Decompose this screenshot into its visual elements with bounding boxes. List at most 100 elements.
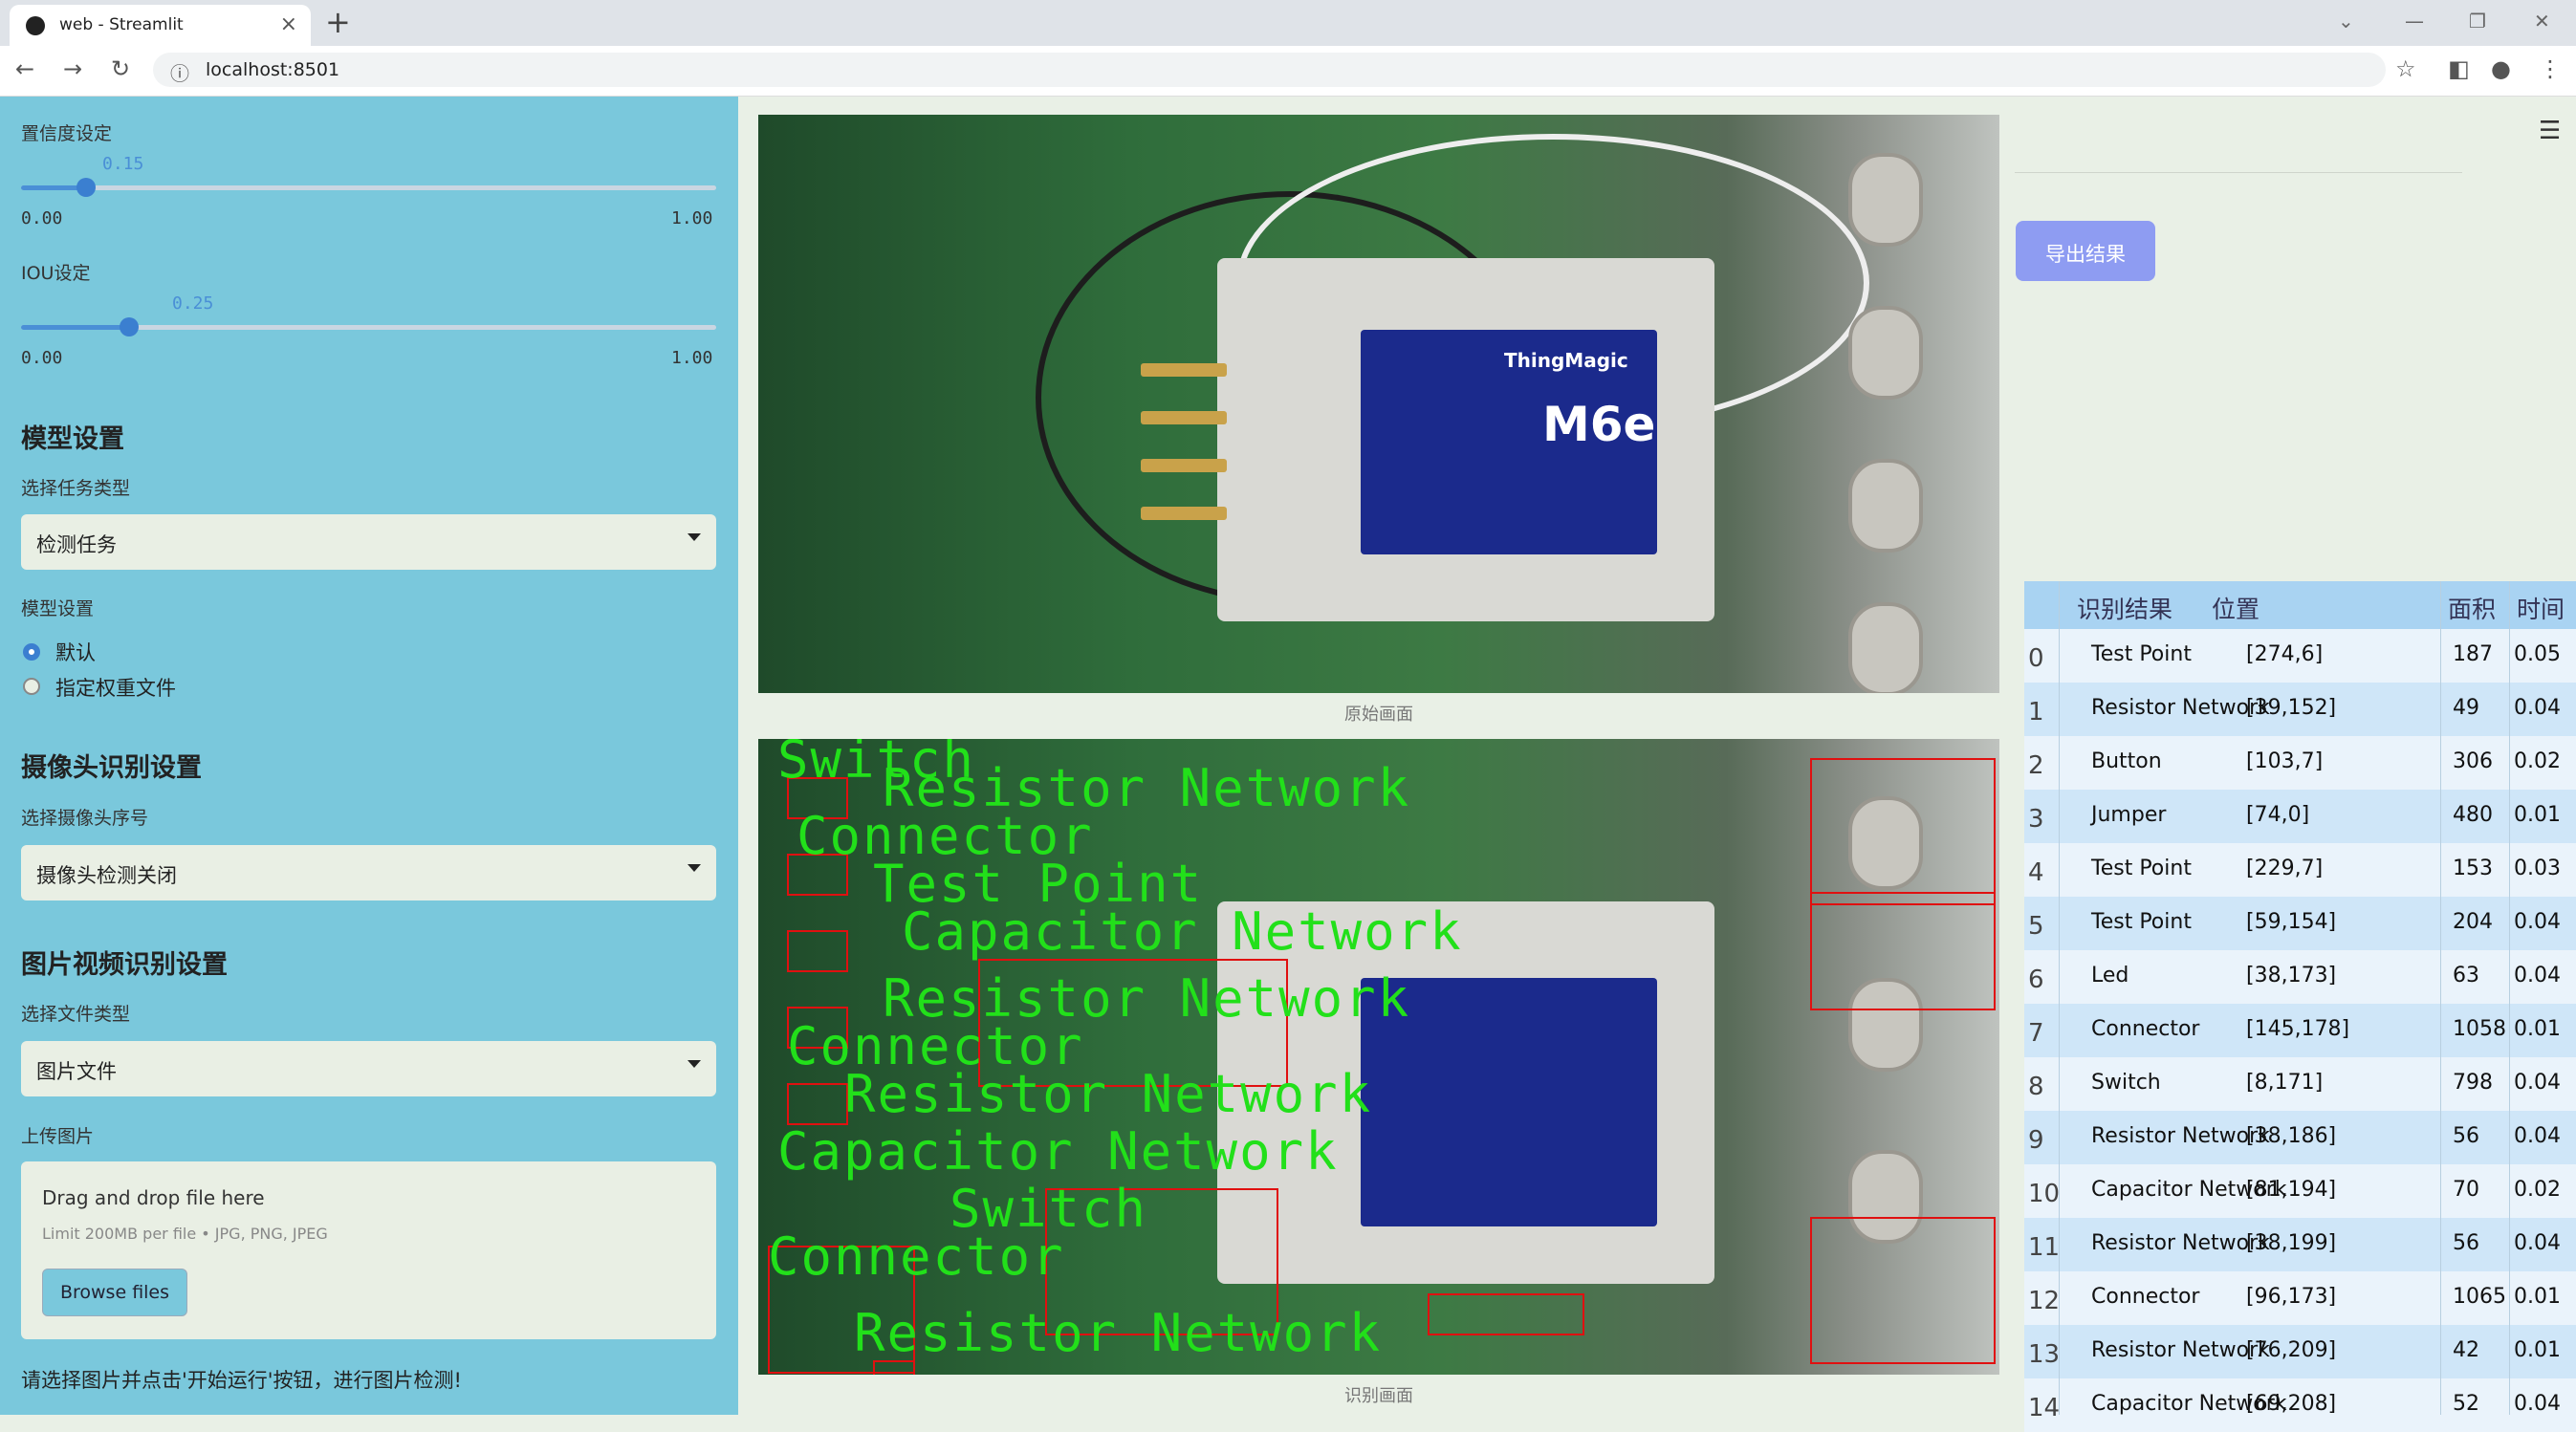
cell-time: 0.02	[2514, 1178, 2561, 1202]
reload-icon[interactable]: ↻	[111, 55, 130, 82]
row-index: 9	[2028, 1126, 2044, 1155]
upload-title: Drag and drop file here	[42, 1186, 265, 1209]
side-panel-icon[interactable]: ◧	[2448, 55, 2470, 82]
confidence-slider[interactable]	[21, 178, 716, 197]
radio-default[interactable]	[23, 643, 40, 661]
table-row[interactable]: 12 Connector [96,173] 1065 0.01	[2024, 1271, 2576, 1325]
table-row[interactable]: 0 Test Point [274,6] 187 0.05	[2024, 629, 2576, 683]
row-index: 14	[2028, 1394, 2061, 1422]
sidebar: 置信度设定 0.15 0.00 1.00 IOU设定 0.25 0.00 1.0…	[0, 97, 738, 1415]
cell-area: 153	[2453, 857, 2493, 880]
table-row[interactable]: 4 Test Point [229,7] 153 0.03	[2024, 843, 2576, 897]
cell-position: [8,171]	[2246, 1071, 2324, 1095]
cell-time: 0.04	[2514, 1392, 2561, 1416]
back-icon[interactable]: ←	[15, 55, 34, 82]
radio-custom-weights[interactable]	[23, 678, 40, 695]
hamburger-menu-icon[interactable]: ☰	[2539, 117, 2561, 145]
cell-position: [274,6]	[2246, 642, 2324, 666]
cell-result: Resistor Network	[2091, 1231, 2270, 1255]
camera-select[interactable]: 摄像头检测关闭	[21, 845, 716, 900]
confidence-label: 置信度设定	[21, 123, 113, 144]
browser-tab[interactable]: web - Streamlit ×	[10, 5, 311, 46]
camera-value: 摄像头检测关闭	[36, 864, 177, 887]
close-window-icon[interactable]: ✕	[2534, 10, 2550, 33]
table-row[interactable]: 1 Resistor Network [39,152] 49 0.04	[2024, 683, 2576, 736]
file-uploader-dropzone[interactable]: Drag and drop file here Limit 200MB per …	[21, 1161, 716, 1339]
table-row[interactable]: 14 Capacitor Network [69,208] 52 0.04	[2024, 1378, 2576, 1432]
table-row[interactable]: 8 Switch [8,171] 798 0.04	[2024, 1057, 2576, 1111]
cell-position: [74,0]	[2246, 803, 2310, 827]
cell-time: 0.04	[2514, 964, 2561, 987]
detection-label: Capacitor Network	[777, 1121, 1339, 1182]
row-index: 0	[2028, 644, 2044, 673]
cell-area: 56	[2453, 1231, 2479, 1255]
row-index: 6	[2028, 966, 2044, 994]
instruction-text: 请选择图片并点击'开始运行'按钮，进行图片检测!	[21, 1369, 462, 1392]
table-row[interactable]: 5 Test Point [59,154] 204 0.04	[2024, 897, 2576, 950]
browse-files-button[interactable]: Browse files	[42, 1269, 187, 1316]
detection-label: Resistor Network	[844, 1064, 1373, 1124]
cell-result: Test Point	[2091, 642, 2192, 666]
table-row[interactable]: 9 Resistor Network [38,186] 56 0.04	[2024, 1111, 2576, 1164]
forward-icon[interactable]: →	[63, 55, 82, 82]
cell-position: [39,152]	[2246, 696, 2337, 720]
detection-box	[787, 1083, 848, 1125]
cell-area: 480	[2453, 803, 2493, 827]
browser-menu-icon[interactable]: ⋮	[2539, 55, 2562, 82]
table-row[interactable]: 6 Led [38,173] 63 0.04	[2024, 950, 2576, 1004]
column-divider	[2509, 581, 2510, 1415]
row-index: 5	[2028, 912, 2044, 941]
tab-search-icon[interactable]: ⌄	[2338, 10, 2354, 33]
close-tab-icon[interactable]: ×	[280, 12, 297, 36]
task-type-select[interactable]: 检测任务	[21, 514, 716, 570]
table-row[interactable]: 7 Connector [145,178] 1058 0.01	[2024, 1004, 2576, 1057]
cell-area: 63	[2453, 964, 2479, 987]
site-info-icon[interactable]: ⓘ	[170, 58, 189, 86]
header-result: 识别结果	[2077, 596, 2173, 623]
chevron-down-icon	[688, 864, 701, 872]
browser-toolbar: ← → ↻ ⓘ localhost:8501 ☆ ◧ ● ⋮	[0, 46, 2576, 97]
cell-area: 52	[2453, 1392, 2479, 1416]
cell-time: 0.01	[2514, 1017, 2561, 1041]
new-tab-icon[interactable]: +	[325, 4, 351, 40]
camera-section-title: 摄像头识别设置	[21, 753, 202, 783]
header-area: 面积	[2448, 596, 2497, 623]
iou-slider-thumb[interactable]	[119, 317, 139, 336]
cell-area: 42	[2453, 1338, 2479, 1362]
original-image: M6e ThingMagic	[758, 115, 1999, 693]
export-results-label: 导出结果	[2045, 243, 2126, 266]
cell-area: 70	[2453, 1178, 2479, 1202]
minimize-icon[interactable]: —	[2405, 10, 2424, 33]
table-row[interactable]: 3 Jumper [74,0] 480 0.01	[2024, 790, 2576, 843]
confidence-slider-thumb[interactable]	[76, 178, 96, 197]
cell-area: 798	[2453, 1071, 2493, 1095]
result-caption: 识别画面	[1344, 1386, 1413, 1406]
address-bar[interactable]: ⓘ localhost:8501	[153, 53, 2386, 87]
cell-result: Jumper	[2091, 803, 2167, 827]
sma-pin	[1141, 507, 1227, 520]
cell-position: [145,178]	[2246, 1017, 2350, 1041]
row-index: 1	[2028, 698, 2044, 727]
export-results-button[interactable]: 导出结果	[2016, 221, 2155, 281]
chevron-down-icon	[688, 1060, 701, 1068]
restore-icon[interactable]: ❐	[2469, 10, 2486, 33]
sma-pin	[1141, 459, 1227, 472]
sma-connector	[1848, 306, 1923, 400]
table-row[interactable]: 11 Resistor Network [38,199] 56 0.04	[2024, 1218, 2576, 1271]
cell-result: Connector	[2091, 1285, 2200, 1309]
radio-default-label: 默认	[55, 641, 96, 664]
cell-result: Resistor Network	[2091, 696, 2270, 720]
table-row[interactable]: 13 Resistor Network [76,209] 42 0.01	[2024, 1325, 2576, 1378]
file-type-select[interactable]: 图片文件	[21, 1041, 716, 1096]
cell-position: [229,7]	[2246, 857, 2324, 880]
cell-position: [76,209]	[2246, 1338, 2337, 1362]
iou-slider[interactable]	[21, 317, 716, 336]
confidence-value: 0.15	[102, 154, 144, 174]
table-row[interactable]: 10 Capacitor Network [81,194] 70 0.02	[2024, 1164, 2576, 1218]
cell-time: 0.01	[2514, 803, 2561, 827]
profile-avatar-icon[interactable]: ●	[2491, 55, 2511, 82]
table-row[interactable]: 2 Button [103,7] 306 0.02	[2024, 736, 2576, 790]
cell-area: 204	[2453, 910, 2493, 934]
bookmark-star-icon[interactable]: ☆	[2395, 55, 2416, 82]
cell-position: [38,173]	[2246, 964, 2337, 987]
